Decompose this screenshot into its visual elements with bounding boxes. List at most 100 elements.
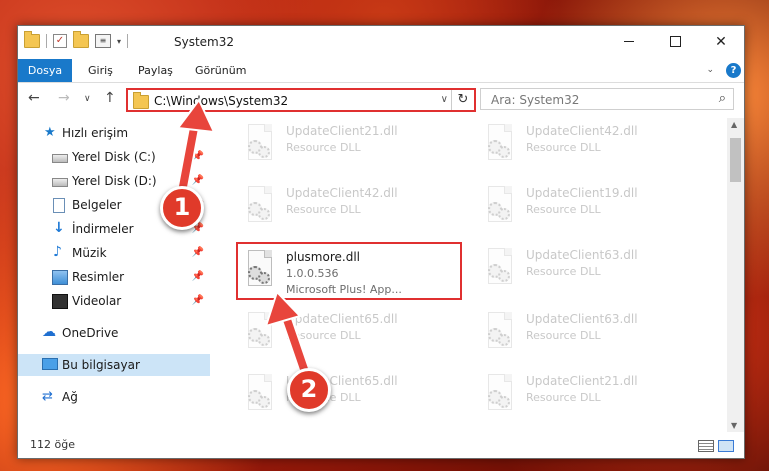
tab-home[interactable]: Giriş bbox=[88, 59, 113, 82]
dll-file-icon bbox=[244, 312, 274, 350]
maximize-button[interactable] bbox=[652, 26, 698, 57]
dll-file-icon bbox=[484, 248, 514, 286]
document-icon bbox=[53, 198, 65, 213]
sidebar-item-label: OneDrive bbox=[62, 326, 119, 340]
file-type: Resource DLL bbox=[286, 329, 361, 342]
pin-icon[interactable]: 📌 bbox=[192, 242, 204, 264]
file-name: UpdateClient65.dll bbox=[286, 312, 398, 326]
pictures-icon bbox=[52, 270, 68, 285]
customize-toolbar-chevron-icon[interactable]: ▾ bbox=[117, 37, 121, 46]
file-type: Resource DLL bbox=[526, 391, 601, 404]
quick-access-toolbar: ✓ ≡ ▾ bbox=[24, 31, 129, 48]
sidebar-item-this-pc[interactable]: Bu bilgisayar bbox=[18, 354, 210, 376]
address-bar[interactable]: C:\Windows\System32 ∨ ↻ bbox=[126, 88, 476, 112]
file-type: Resource DLL bbox=[526, 329, 601, 342]
file-item[interactable]: UpdateClient63.dll Resource DLL bbox=[478, 242, 706, 300]
address-path[interactable]: C:\Windows\System32 bbox=[154, 94, 288, 108]
refresh-button[interactable]: ↻ bbox=[451, 90, 474, 110]
folder-icon bbox=[24, 31, 40, 48]
file-type: Resource DLL bbox=[526, 203, 601, 216]
close-button[interactable]: ✕ bbox=[698, 26, 744, 57]
minimize-button[interactable] bbox=[606, 26, 652, 57]
recent-locations-chevron-icon[interactable]: ∨ bbox=[84, 94, 91, 104]
file-description: Microsoft Plus! App... bbox=[286, 283, 402, 296]
cloud-icon: ☁ bbox=[42, 324, 56, 340]
sidebar-item-onedrive[interactable]: ☁ OneDrive bbox=[18, 322, 210, 344]
up-button[interactable]: ↑ bbox=[104, 90, 116, 106]
search-icon[interactable]: ⌕ bbox=[719, 91, 726, 106]
file-item[interactable]: UpdateClient21.dll Resource DLL bbox=[238, 118, 466, 176]
file-name: UpdateClient42.dll bbox=[286, 186, 398, 200]
file-item[interactable]: UpdateClient63.dll Resource DLL bbox=[478, 306, 706, 364]
music-icon: ♪ bbox=[53, 244, 62, 260]
address-folder-icon bbox=[133, 92, 149, 109]
dll-file-icon bbox=[244, 374, 274, 412]
file-type: Resource DLL bbox=[286, 203, 361, 216]
properties-check-icon[interactable]: ✓ bbox=[53, 34, 67, 48]
disk-icon bbox=[52, 154, 68, 163]
file-item[interactable]: UpdateClient65.dll Resource DLL bbox=[238, 368, 466, 426]
title-bar: ✓ ≡ ▾ System32 ✕ bbox=[18, 26, 744, 59]
sidebar-item-network[interactable]: ⇄ Ağ bbox=[18, 386, 210, 408]
file-item[interactable]: UpdateClient65.dll Resource DLL bbox=[238, 306, 466, 364]
forward-button[interactable]: → bbox=[58, 90, 70, 106]
sidebar-item-quick-access[interactable]: ★ Hızlı erişim bbox=[18, 122, 210, 144]
large-icons-view-icon[interactable] bbox=[718, 440, 734, 452]
file-type: Resource DLL bbox=[286, 141, 361, 154]
toolbar-separator bbox=[127, 34, 129, 48]
sidebar-item-label: Bu bilgisayar bbox=[62, 358, 140, 372]
expand-ribbon-chevron-icon[interactable]: ⌄ bbox=[706, 65, 714, 75]
dll-file-icon bbox=[484, 124, 514, 162]
minimize-icon bbox=[624, 41, 634, 42]
vertical-scrollbar[interactable]: ▲ ▼ bbox=[727, 118, 744, 432]
tab-view[interactable]: Görünüm bbox=[195, 59, 246, 82]
file-type: Resource DLL bbox=[526, 141, 601, 154]
sidebar-item-local-disk-c[interactable]: Yerel Disk (C:) 📌 bbox=[18, 146, 210, 168]
file-name: plusmore.dll bbox=[286, 250, 360, 264]
address-dropdown-chevron-icon[interactable]: ∨ bbox=[441, 94, 448, 105]
file-item[interactable]: UpdateClient19.dll Resource DLL bbox=[478, 180, 706, 238]
back-button[interactable]: ← bbox=[28, 90, 40, 106]
sidebar-item-label: Yerel Disk (C:) bbox=[72, 150, 156, 164]
file-item[interactable]: UpdateClient42.dll Resource DLL bbox=[238, 180, 466, 238]
scroll-up-icon[interactable]: ▲ bbox=[731, 120, 737, 129]
status-bar: 112 öğe bbox=[18, 432, 744, 458]
pin-icon[interactable]: 📌 bbox=[192, 266, 204, 288]
pin-icon[interactable]: 📌 bbox=[192, 290, 204, 312]
sidebar-item-music[interactable]: ♪ Müzik 📌 bbox=[18, 242, 210, 264]
navigation-bar: ← → ∨ ↑ C:\Windows\System32 ∨ ↻ Ara: Sys… bbox=[18, 83, 744, 117]
scroll-down-icon[interactable]: ▼ bbox=[731, 421, 737, 430]
sidebar-item-label: Videolar bbox=[72, 294, 122, 308]
navigation-pane: ★ Hızlı erişim Yerel Disk (C:) 📌 Yerel D… bbox=[18, 118, 210, 432]
file-item-plusmore[interactable]: plusmore.dll 1.0.0.536 Microsoft Plus! A… bbox=[236, 242, 462, 300]
network-icon: ⇄ bbox=[42, 389, 53, 404]
dll-file-icon bbox=[244, 250, 274, 288]
file-name: UpdateClient63.dll bbox=[526, 248, 638, 262]
file-item[interactable]: UpdateClient42.dll Resource DLL bbox=[478, 118, 706, 176]
window-title: System32 bbox=[174, 35, 235, 49]
sidebar-item-pictures[interactable]: Resimler 📌 bbox=[18, 266, 210, 288]
sidebar-item-label: Müzik bbox=[72, 246, 107, 260]
sidebar-item-label: Yerel Disk (D:) bbox=[72, 174, 157, 188]
file-name: UpdateClient42.dll bbox=[526, 124, 638, 138]
sidebar-item-videos[interactable]: Videolar 📌 bbox=[18, 290, 210, 312]
dll-file-icon bbox=[244, 186, 274, 224]
new-folder-icon[interactable] bbox=[73, 31, 89, 48]
pin-icon[interactable]: 📌 bbox=[192, 146, 204, 168]
item-count: 112 öğe bbox=[30, 438, 75, 451]
close-icon: ✕ bbox=[715, 33, 727, 50]
search-input[interactable]: Ara: System32 ⌕ bbox=[480, 88, 734, 110]
maximize-icon bbox=[669, 36, 681, 47]
properties-icon[interactable]: ≡ bbox=[95, 34, 111, 48]
details-view-icon[interactable] bbox=[698, 440, 714, 452]
download-icon: ↓ bbox=[53, 220, 65, 236]
sidebar-item-label: Hızlı erişim bbox=[62, 126, 129, 140]
sidebar-item-label: İndirmeler bbox=[72, 222, 134, 236]
computer-icon bbox=[42, 358, 58, 370]
scrollbar-thumb[interactable] bbox=[730, 138, 741, 182]
tab-share[interactable]: Paylaş bbox=[138, 59, 173, 82]
help-icon[interactable]: ? bbox=[726, 63, 741, 78]
tab-file[interactable]: Dosya bbox=[18, 59, 72, 82]
file-item[interactable]: UpdateClient21.dll Resource DLL bbox=[478, 368, 706, 426]
ribbon-tabs: Dosya Giriş Paylaş Görünüm ⌄ ? bbox=[18, 59, 744, 83]
